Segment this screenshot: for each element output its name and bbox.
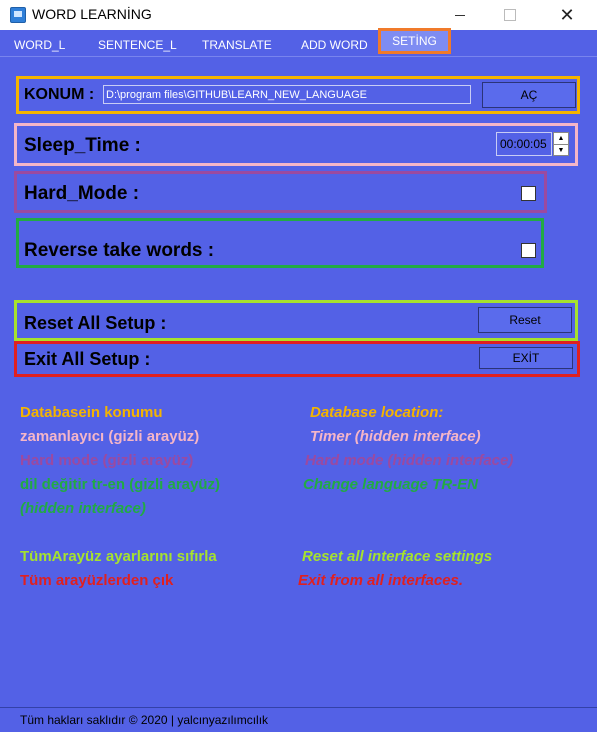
- note-timer-tr: zamanlayıcı (gizli arayüz): [20, 428, 200, 445]
- exit-frame: Exit All Setup : EXİT: [14, 341, 580, 377]
- reverse-checkbox[interactable]: [521, 243, 536, 258]
- status-bar: Tüm hakları saklıdır © 2020 | yalcınyazı…: [0, 707, 597, 732]
- close-button[interactable]: ✕: [544, 0, 590, 30]
- note-timer-en: Timer (hidden interface): [310, 428, 481, 445]
- note-exit-en: Exit from all interfaces.: [298, 572, 464, 589]
- note-language-en: Change language TR-EN: [303, 476, 479, 493]
- window-title: WORD LEARNİNG: [32, 6, 152, 22]
- maximize-button[interactable]: [487, 0, 533, 30]
- reset-frame: Reset All Setup : Reset: [14, 300, 578, 341]
- note-hard-mode-en: Hard mode (hidden interface): [305, 452, 514, 469]
- tab-sentence-l[interactable]: SENTENCE_L: [98, 38, 177, 52]
- note-reset-tr: TümArayüz ayarlarını sıfırla: [20, 548, 217, 565]
- sleep-time-input[interactable]: 00:00:05: [496, 132, 552, 156]
- note-hidden-interface: (hidden interface): [20, 500, 146, 517]
- note-database-tr: Databasein konumu: [20, 404, 163, 421]
- tab-add-word[interactable]: ADD WORD: [301, 38, 368, 52]
- copyright-text: Tüm hakları saklıdır © 2020 | yalcınyazı…: [20, 713, 269, 727]
- konum-label: KONUM :: [24, 86, 95, 103]
- maximize-icon: [504, 9, 516, 21]
- reset-label: Reset All Setup :: [24, 313, 167, 333]
- minimize-button[interactable]: [437, 0, 483, 30]
- note-database-en: Database location:: [310, 404, 444, 421]
- hard-mode-frame: Hard_Mode :: [14, 171, 547, 213]
- app-icon: [10, 7, 26, 23]
- note-exit-tr: Tüm arayüzlerden çık: [20, 572, 174, 589]
- note-reset-en: Reset all interface settings: [302, 548, 493, 565]
- stepper-down-icon[interactable]: ▼: [554, 145, 568, 156]
- sleep-time-label: Sleep_Time :: [24, 135, 141, 156]
- stepper-up-icon[interactable]: ▲: [554, 133, 568, 145]
- konum-frame: KONUM : AÇ: [16, 76, 580, 114]
- konum-path-input[interactable]: [103, 85, 471, 104]
- sleep-time-frame: Sleep_Time : 00:00:05 ▲ ▼: [14, 123, 578, 166]
- sleep-time-stepper[interactable]: ▲ ▼: [553, 132, 569, 156]
- reset-button[interactable]: Reset: [478, 307, 572, 333]
- exit-label: Exit All Setup :: [24, 349, 151, 369]
- tab-bar: WORD_L SENTENCE_L TRANSLATE ADD WORD: [0, 30, 597, 57]
- reverse-frame: Reverse take words :: [16, 218, 544, 268]
- open-button[interactable]: AÇ: [482, 82, 576, 108]
- minimize-icon: [455, 14, 465, 16]
- tab-setting[interactable]: SETİNG: [378, 28, 451, 54]
- close-icon: ✕: [559, 5, 575, 25]
- tab-word-l[interactable]: WORD_L: [14, 38, 65, 52]
- hard-mode-label: Hard_Mode :: [24, 183, 140, 204]
- exit-button[interactable]: EXİT: [479, 347, 573, 369]
- reverse-label: Reverse take words :: [24, 240, 215, 261]
- title-bar: WORD LEARNİNG ✕: [0, 0, 597, 30]
- note-hard-mode-tr: Hard mode (gizli arayüz): [20, 452, 194, 469]
- tab-translate[interactable]: TRANSLATE: [202, 38, 272, 52]
- hard-mode-checkbox[interactable]: [521, 186, 536, 201]
- note-language-tr: dil değitir tr-en (gizli arayüz): [20, 476, 221, 493]
